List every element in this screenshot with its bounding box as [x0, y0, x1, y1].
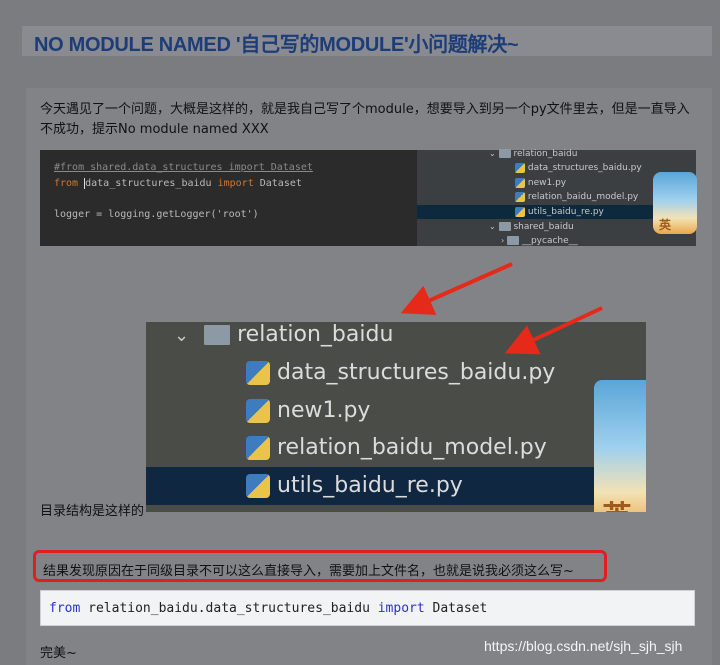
watermark: https://blog.csdn.net/sjh_sjh_sjh [484, 638, 683, 654]
conclusion-text: 结果发现原因在于同级目录不可以这么直接导入，需要加上文件名，也就是说我必须这么写… [43, 564, 574, 579]
fix-code-block: from relation_baidu.data_structures_baid… [40, 590, 695, 626]
ending-text: 完美~ [40, 646, 77, 661]
red-arrow [504, 306, 603, 355]
red-arrow [400, 262, 513, 315]
